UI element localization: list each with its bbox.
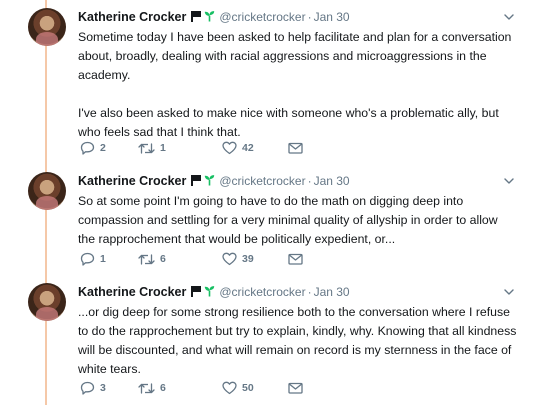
retweet-button[interactable]: 6 (138, 250, 166, 268)
avatar[interactable] (28, 283, 66, 321)
separator-dot: · (307, 174, 312, 188)
author-handle[interactable]: @cricketcrocker (219, 10, 305, 24)
avatar[interactable] (28, 8, 66, 46)
retweet-button[interactable]: 1 (138, 139, 166, 157)
chevron-down-icon[interactable] (502, 10, 516, 24)
chevron-down-icon[interactable] (502, 174, 516, 188)
tweet-date[interactable]: Jan 30 (314, 174, 350, 188)
separator-dot: · (307, 10, 312, 24)
tweet-header: Katherine Crocker @cricketcrocker · Jan 30 (78, 283, 518, 301)
reply-count: 1 (100, 253, 106, 265)
retweet-count: 1 (160, 142, 166, 154)
tweet-actions: 3 6 50 (80, 379, 340, 397)
tweet-paragraph: So at some point I'm going to have to do… (78, 194, 498, 246)
retweet-icon (138, 253, 155, 265)
reply-button[interactable]: 1 (80, 250, 106, 268)
retweet-count: 6 (160, 382, 166, 394)
tweet-paragraph: ...or dig deep for some strong resilienc… (78, 305, 517, 376)
tweet-text: So at some point I'm going to have to do… (78, 192, 518, 249)
author-handle[interactable]: @cricketcrocker (219, 174, 305, 188)
author-name[interactable]: Katherine Crocker (78, 285, 186, 299)
retweet-icon (138, 382, 155, 394)
direct-message-button[interactable] (288, 250, 303, 268)
retweet-icon (138, 142, 155, 154)
tweet-content: Katherine Crocker @cricketcrocker · Jan 30 … (78, 8, 518, 142)
tweet-actions: 1 6 39 (80, 250, 340, 268)
tweet-date[interactable]: Jan 30 (314, 10, 350, 24)
separator-dot: · (307, 285, 312, 299)
avatar[interactable] (28, 172, 66, 210)
flag-icon (191, 286, 201, 297)
retweet-count: 6 (160, 253, 166, 265)
envelope-icon (288, 382, 303, 394)
flag-icon (191, 11, 201, 22)
heart-icon (222, 381, 237, 395)
reply-button[interactable]: 3 (80, 379, 106, 397)
tweet-content: Katherine Crocker @cricketcrocker · Jan 30 … (78, 172, 518, 249)
seedling-icon (205, 11, 215, 22)
heart-icon (222, 252, 237, 266)
author-name[interactable]: Katherine Crocker (78, 10, 186, 24)
heart-icon (222, 141, 237, 155)
retweet-button[interactable]: 6 (138, 379, 166, 397)
reply-icon (80, 252, 95, 266)
like-button[interactable]: 50 (222, 379, 254, 397)
tweet-date[interactable]: Jan 30 (314, 285, 350, 299)
tweet-actions: 2 1 42 (80, 139, 340, 157)
tweet-header: Katherine Crocker @cricketcrocker · Jan 30 (78, 172, 518, 190)
envelope-icon (288, 253, 303, 265)
tweet-text: Sometime today I have been asked to help… (78, 28, 518, 142)
like-count: 39 (242, 253, 254, 265)
seedling-icon (205, 175, 215, 186)
tweet-paragraph: I've also been asked to make nice with s… (78, 106, 499, 139)
author-name[interactable]: Katherine Crocker (78, 174, 186, 188)
author-handle[interactable]: @cricketcrocker (219, 285, 305, 299)
envelope-icon (288, 142, 303, 154)
seedling-icon (205, 286, 215, 297)
direct-message-button[interactable] (288, 139, 303, 157)
reply-icon (80, 141, 95, 155)
tweet-header: Katherine Crocker @cricketcrocker · Jan 30 (78, 8, 518, 26)
reply-count: 3 (100, 382, 106, 394)
like-count: 50 (242, 382, 254, 394)
chevron-down-icon[interactable] (502, 285, 516, 299)
tweet-content: Katherine Crocker @cricketcrocker · Jan 30 … (78, 283, 518, 379)
tweet-text: ...or dig deep for some strong resilienc… (78, 303, 518, 379)
reply-icon (80, 381, 95, 395)
tweet-paragraph: Sometime today I have been asked to help… (78, 30, 512, 82)
like-button[interactable]: 42 (222, 139, 254, 157)
like-button[interactable]: 39 (222, 250, 254, 268)
flag-icon (191, 175, 201, 186)
like-count: 42 (242, 142, 254, 154)
reply-button[interactable]: 2 (80, 139, 106, 157)
direct-message-button[interactable] (288, 379, 303, 397)
reply-count: 2 (100, 142, 106, 154)
